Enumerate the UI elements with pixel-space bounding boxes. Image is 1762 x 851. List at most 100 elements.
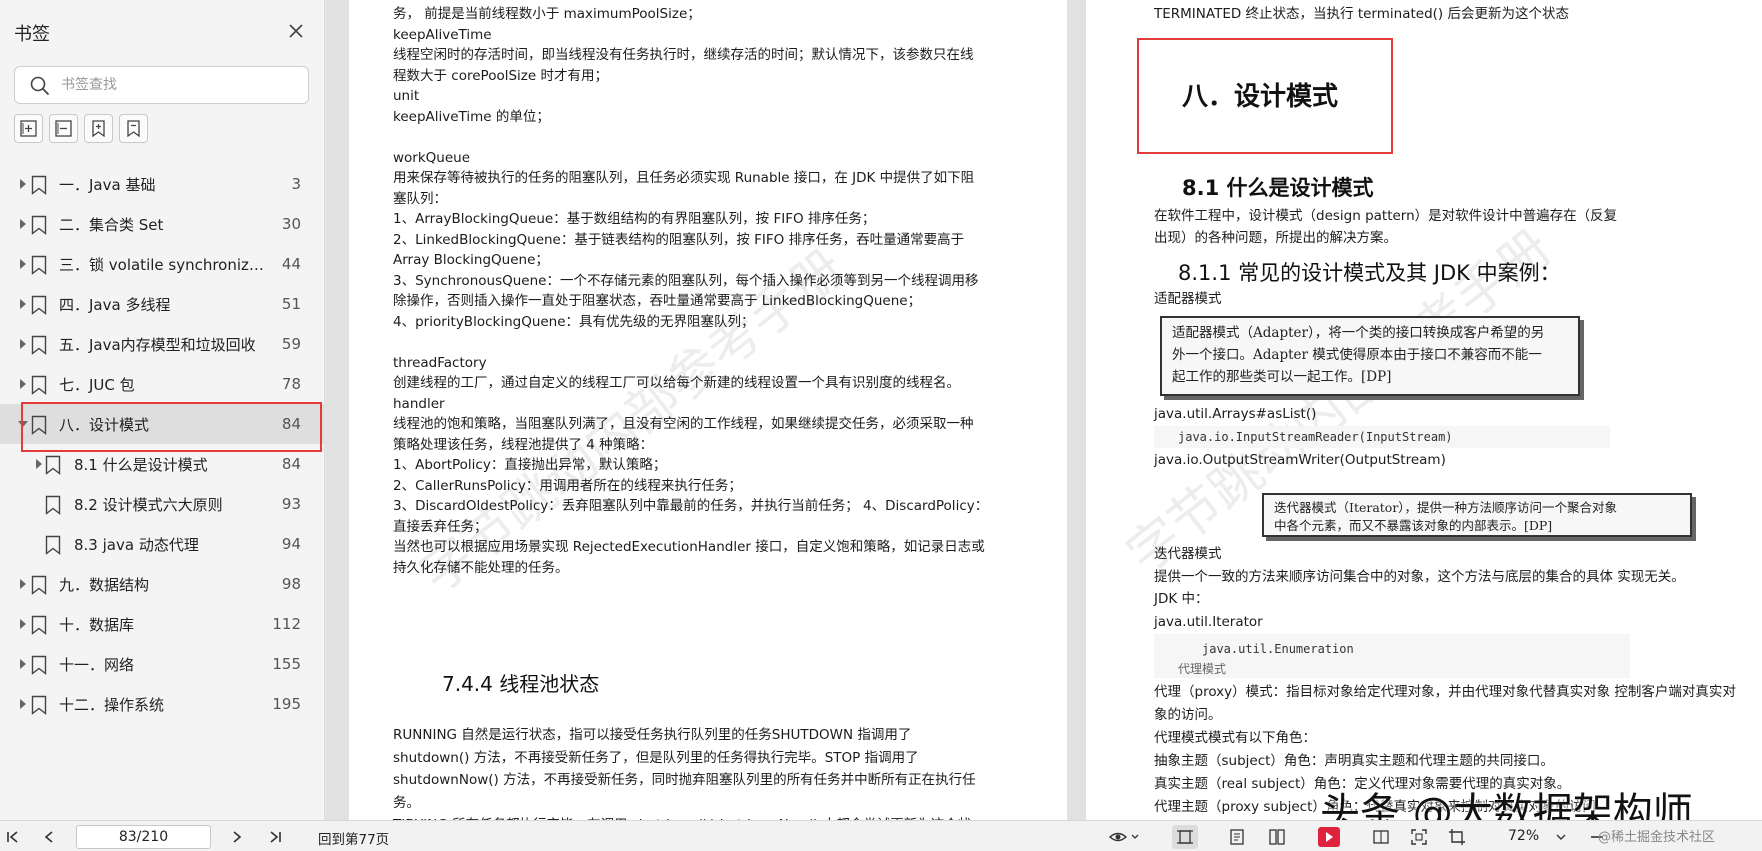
bookmark-item-design-patterns[interactable]: 八．设计模式 84 bbox=[0, 404, 325, 444]
chevron-down-icon bbox=[1556, 834, 1566, 840]
continuous-view-button[interactable] bbox=[1228, 828, 1246, 846]
paragraph-line: 创建线程的工厂，通过自定义的线程工厂可以给每个新建的线程设置一个具有识别度的线程… bbox=[393, 375, 960, 391]
expand-arrow-icon[interactable] bbox=[20, 339, 26, 349]
bookmark-page-number: 84 bbox=[281, 415, 301, 433]
paragraph-line: 策略处理该任务，线程池提供了 4 种策略： bbox=[393, 436, 654, 453]
quote-line: 外一个接口。Adapter 模式使得原本由于接口不兼容而不能一 bbox=[1172, 347, 1542, 363]
paragraph: 象的访问。 bbox=[1154, 707, 1222, 723]
page-number-input[interactable] bbox=[76, 825, 211, 849]
collapse-arrow-icon[interactable] bbox=[18, 421, 28, 427]
bookmark-icon bbox=[31, 375, 47, 395]
bookmark-list-button[interactable] bbox=[119, 114, 148, 143]
paragraph-line: 3、SynchronousQuene：一个不存储元素的阻塞队列，每个插入操作必须… bbox=[393, 272, 979, 289]
play-icon bbox=[1318, 827, 1340, 847]
bookmark-page-number: 155 bbox=[272, 655, 301, 673]
collapse-all-button[interactable] bbox=[49, 114, 78, 143]
bookmark-item-locks[interactable]: 三．锁 volatile synchronized... 44 bbox=[0, 244, 325, 284]
bookmark-page-number: 94 bbox=[281, 535, 301, 553]
prev-page-button[interactable] bbox=[40, 828, 58, 846]
expand-arrow-icon[interactable] bbox=[20, 179, 26, 189]
zoom-level[interactable]: 72% bbox=[1508, 828, 1539, 844]
section-title: 7.4.4 线程池状态 bbox=[442, 672, 600, 696]
document-viewport[interactable]: 字节跳动内部参考手册 务， 前提是当前线程数小于 maximumPoolSize… bbox=[326, 0, 1762, 820]
expand-arrow-icon[interactable] bbox=[20, 619, 26, 629]
pdf-page-left: 字节跳动内部参考手册 务， 前提是当前线程数小于 maximumPoolSize… bbox=[349, 0, 1067, 820]
bookmark-icon bbox=[31, 655, 47, 675]
bookmark-icon bbox=[31, 295, 47, 315]
pdf-reader-window: 书签 一． bbox=[0, 0, 1762, 851]
bookmark-page-number: 44 bbox=[281, 255, 301, 273]
zoom-dropdown-button[interactable] bbox=[1552, 828, 1570, 846]
quote-line: 适配器模式（Adapter），将一个类的接口转换成客户希望的另 bbox=[1172, 325, 1545, 341]
bookmark-item-java-basics[interactable]: 一．Java 基础 3 bbox=[0, 164, 325, 204]
code-line: java.util.Enumeration bbox=[1202, 642, 1354, 656]
bookmark-page-number: 51 bbox=[281, 295, 301, 313]
bookmark-search-box[interactable] bbox=[14, 66, 309, 104]
close-icon[interactable] bbox=[283, 18, 309, 44]
paragraph-line: threadFactory bbox=[393, 354, 487, 371]
book-view-button[interactable] bbox=[1372, 828, 1390, 846]
add-bookmark-button[interactable] bbox=[84, 114, 113, 143]
bookmark-item-dynamic-proxy[interactable]: 8.3 java 动态代理 94 bbox=[0, 524, 325, 564]
crop-button[interactable] bbox=[1448, 828, 1466, 846]
bookmark-icon bbox=[45, 455, 61, 475]
paragraph-line: 程数大于 corePoolSize 时才有用； bbox=[393, 67, 608, 84]
bookmark-item-collections[interactable]: 二．集合类 Set 30 bbox=[0, 204, 325, 244]
single-page-view-button[interactable] bbox=[1172, 825, 1198, 849]
expand-arrow-icon[interactable] bbox=[20, 299, 26, 309]
paragraph-line: shutdownNow() 方法，不再接受新任务，同时抛弃阻塞队列里的所有任务并… bbox=[393, 772, 976, 788]
book-icon bbox=[1373, 830, 1389, 844]
expand-arrow-icon[interactable] bbox=[20, 219, 26, 229]
bookmark-item-database[interactable]: 十．数据库 112 bbox=[0, 604, 325, 644]
bookmark-item-what-is-design-pattern[interactable]: 8.1 什么是设计模式 84 bbox=[0, 444, 325, 484]
bookmark-label: 五．Java内存模型和垃圾回收 bbox=[59, 336, 256, 354]
zoom-out-button[interactable] bbox=[1588, 828, 1606, 846]
fullscreen-button[interactable] bbox=[1410, 828, 1428, 846]
bookmark-toolbar bbox=[14, 114, 148, 146]
bookmark-item-memory-model[interactable]: 五．Java内存模型和垃圾回收 59 bbox=[0, 324, 325, 364]
bookmark-label: 二．集合类 Set bbox=[59, 216, 164, 234]
play-button[interactable] bbox=[1318, 827, 1340, 847]
paragraph: 代理主题（proxy subject）角色：代替真实对象来控制对真实对象的访问 bbox=[1154, 799, 1596, 815]
bookmark-item-network[interactable]: 十一．网络 155 bbox=[0, 644, 325, 684]
bookmark-label: 8.2 设计模式六大原则 bbox=[74, 496, 223, 514]
expand-arrow-icon[interactable] bbox=[20, 259, 26, 269]
paragraph: 适配器模式 bbox=[1154, 291, 1222, 307]
paragraph-line: 线程池的饱和策略，当阻塞队列满了，且没有空闲的工作线程，如果继续提交任务，必须采… bbox=[393, 416, 974, 432]
back-to-page-link[interactable]: 回到第77页 bbox=[318, 828, 389, 848]
chapter-title: 八．设计模式 bbox=[1182, 82, 1339, 112]
quote-line: 起工作的那些类可以一起工作。[DP] bbox=[1172, 369, 1392, 385]
expand-arrow-icon[interactable] bbox=[20, 379, 26, 389]
bookmark-item-six-principles[interactable]: 8.2 设计模式六大原则 93 bbox=[0, 484, 325, 524]
expand-arrow-icon[interactable] bbox=[20, 659, 26, 669]
bookmark-item-juc[interactable]: 七．JUC 包 78 bbox=[0, 364, 325, 404]
paragraph-line: shutdown() 方法，不再接受新任务了，但是队列里的任务得执行完毕。STO… bbox=[393, 749, 919, 766]
expand-all-button[interactable] bbox=[14, 114, 43, 143]
bookmark-page-number: 98 bbox=[281, 575, 301, 593]
expand-arrow-icon[interactable] bbox=[36, 459, 42, 469]
expand-arrow-icon[interactable] bbox=[20, 699, 26, 709]
bookmark-item-os[interactable]: 十二．操作系统 195 bbox=[0, 684, 325, 724]
bookmark-search-input[interactable] bbox=[61, 73, 296, 97]
paragraph-line: 4、priorityBlockingQuene：具有优先级的无界阻塞队列； bbox=[393, 313, 755, 330]
two-page-icon bbox=[1269, 829, 1285, 845]
bookmark-label: 十二．操作系统 bbox=[59, 696, 165, 714]
last-page-button[interactable] bbox=[266, 828, 284, 846]
bookmark-page-number: 195 bbox=[272, 695, 301, 713]
first-page-button[interactable] bbox=[4, 828, 22, 846]
eye-protection-button[interactable] bbox=[1108, 828, 1140, 846]
code-block: java.io.InputStreamReader(InputStream) bbox=[1154, 426, 1610, 448]
paragraph: java.io.OutputStreamWriter(OutputStream) bbox=[1154, 452, 1446, 468]
paragraph: 代理（proxy）模式：指目标对象给定代理对象，并由代理对象代替真实对象 控制客… bbox=[1154, 684, 1736, 700]
bookmark-label: 十一．网络 bbox=[59, 656, 135, 674]
bookmark-item-data-structures[interactable]: 九．数据结构 98 bbox=[0, 564, 325, 604]
paragraph-line: 线程空闲时的存活时间，即当线程没有任务执行时，继续存活的时间；默认情况下，该参数… bbox=[393, 47, 974, 63]
bookmark-label: 8.3 java 动态代理 bbox=[74, 536, 199, 554]
two-page-view-button[interactable] bbox=[1268, 828, 1286, 846]
expand-arrow-icon[interactable] bbox=[20, 579, 26, 589]
eye-icon bbox=[1108, 832, 1139, 842]
paragraph: 真实主题（real subject）角色：定义代理对象需要代理的真实对象。 bbox=[1154, 776, 1571, 792]
bookmark-icon bbox=[31, 415, 47, 435]
next-page-button[interactable] bbox=[228, 828, 246, 846]
bookmark-item-multithreading[interactable]: 四．Java 多线程 51 bbox=[0, 284, 325, 324]
